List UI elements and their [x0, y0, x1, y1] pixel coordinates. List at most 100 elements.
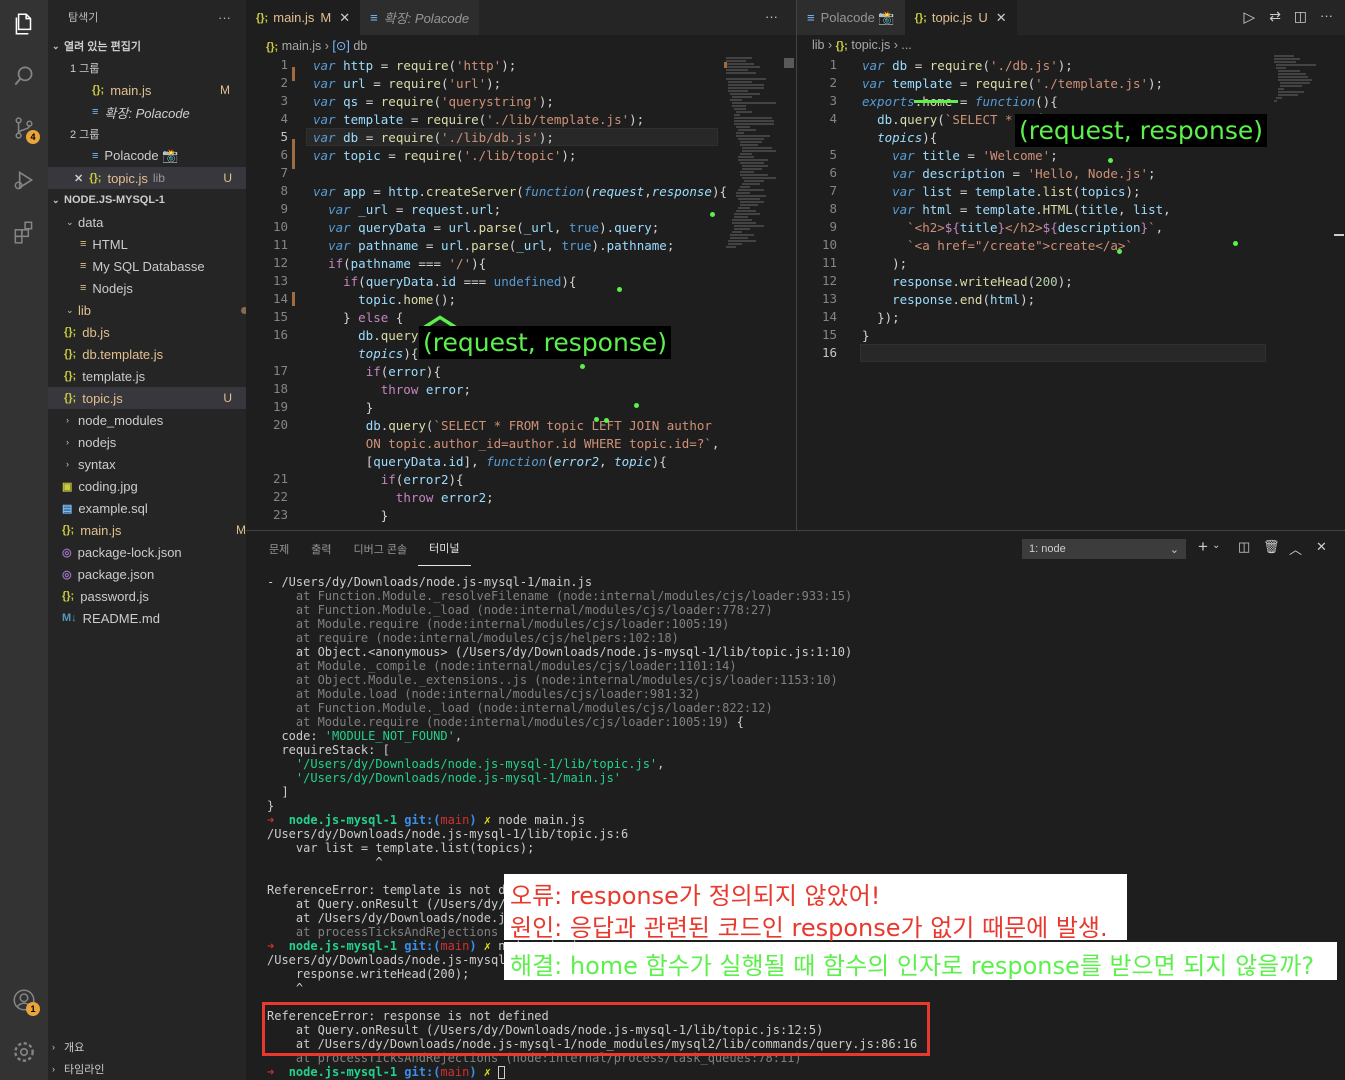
js-file-icon: {};: [64, 370, 77, 382]
tab-terminal[interactable]: 터미널: [418, 531, 471, 566]
tab-debug-console[interactable]: 디버그 콘솔: [343, 531, 419, 566]
open-editors-header[interactable]: ⌄ 열려 있는 편집기: [52, 35, 246, 57]
open-editor-polacode-ext[interactable]: ≡ 확장: Polacode: [92, 101, 246, 123]
line-number: 7: [280, 165, 288, 180]
left-code[interactable]: var http = require('http'); var url = re…: [313, 57, 727, 543]
untracked-badge: U: [223, 171, 232, 185]
open-editors-label: 열려 있는 편집기: [64, 41, 141, 53]
line-number: 6: [280, 147, 288, 162]
source-control-icon[interactable]: 4: [0, 104, 48, 152]
breadcrumb-item[interactable]: main.js: [282, 39, 322, 53]
explorer-icon[interactable]: [0, 0, 48, 48]
line-number: 10: [821, 237, 837, 252]
line-number: 5: [280, 129, 288, 144]
tree-file[interactable]: ◎ package-lock.json: [62, 541, 246, 563]
tree-folder[interactable]: › node_modules: [66, 409, 246, 431]
tree-label: package-lock.json: [77, 544, 182, 560]
tree-file[interactable]: ▤ example.sql: [62, 497, 246, 519]
line-number: 18: [272, 381, 288, 396]
tab-problems[interactable]: 문제: [258, 531, 300, 566]
account-icon[interactable]: 1: [0, 976, 48, 1024]
left-tab-bar: {}; main.js M ✕ ≡ 확장: Polacode ···: [246, 0, 796, 35]
tree-label: package.json: [77, 566, 155, 582]
line-number: 1: [829, 57, 837, 72]
open-editor-main[interactable]: {}; main.js M: [92, 79, 246, 101]
tree-folder[interactable]: › nodejs: [66, 431, 246, 453]
line-number: 17: [272, 363, 288, 378]
trash-icon[interactable]: 🗑: [1263, 539, 1280, 555]
open-editor-topic[interactable]: ✕ {}; topic.js lib U: [48, 167, 246, 189]
gear-icon[interactable]: [0, 1028, 48, 1076]
right-minimap[interactable]: [1272, 52, 1334, 112]
close-icon[interactable]: ✕: [996, 10, 1007, 26]
tree-file[interactable]: {}; main.js M: [62, 519, 246, 541]
search-icon[interactable]: [0, 52, 48, 100]
close-icon[interactable]: ✕: [74, 172, 83, 185]
open-editor-folder: lib: [152, 171, 165, 185]
more-actions-icon[interactable]: ···: [1320, 8, 1333, 23]
add-terminal-icon[interactable]: +: [1198, 537, 1208, 557]
split-terminal-icon[interactable]: ◫: [1238, 539, 1250, 555]
js-file-icon: {};: [64, 326, 77, 338]
tree-file[interactable]: M↓ README.md: [62, 607, 246, 629]
tab-main-js[interactable]: {}; main.js M ✕: [246, 0, 361, 35]
line-number: 11: [821, 255, 837, 270]
tree-file[interactable]: ◎ package.json: [62, 563, 246, 585]
chevron-down-icon: ⌄: [1169, 543, 1179, 556]
close-icon[interactable]: ✕: [339, 10, 350, 26]
breadcrumb-item[interactable]: topic.js: [851, 38, 890, 52]
close-panel-icon[interactable]: ✕: [1316, 539, 1327, 555]
tab-output[interactable]: 출력: [300, 531, 342, 566]
breadcrumb-item[interactable]: ...: [901, 38, 911, 52]
line-number: 22: [272, 489, 288, 504]
right-code[interactable]: var db = require('./db.js'); var templat…: [862, 57, 1171, 381]
file-icon: ≡: [80, 282, 87, 294]
line-number: 23: [272, 507, 288, 522]
tree-file[interactable]: {}; password.js: [62, 585, 246, 607]
compare-icon[interactable]: ⇄: [1269, 8, 1281, 25]
breadcrumb-item[interactable]: db: [353, 39, 367, 53]
annotation-left-params: (request, response): [419, 326, 671, 359]
tree-file[interactable]: ≡ HTML: [70, 233, 246, 255]
breadcrumb-item[interactable]: lib: [812, 38, 825, 52]
activity-bar: 4 1: [0, 0, 48, 1080]
tree-file[interactable]: ≡ Nodejs: [70, 277, 246, 299]
extension-icon: ≡: [92, 106, 99, 118]
run-icon[interactable]: ▷: [1243, 8, 1255, 26]
line-number: 19: [272, 399, 288, 414]
tab-polacode[interactable]: ≡ Polacode 📸: [797, 0, 905, 35]
extensions-icon[interactable]: [0, 208, 48, 256]
scrollbar-thumb[interactable]: [784, 58, 794, 68]
line-number: 12: [821, 273, 837, 288]
change-marker: [292, 139, 295, 169]
outline-section[interactable]: › 개요: [52, 1036, 246, 1058]
tree-folder-lib[interactable]: ⌄ lib: [66, 299, 246, 321]
maximize-panel-icon[interactable]: ︿: [1289, 539, 1302, 558]
chevron-down-icon[interactable]: ⌄: [1212, 540, 1220, 551]
line-number: 3: [829, 93, 837, 108]
tree-file[interactable]: {};db.template.jsU: [64, 343, 246, 365]
tree-file-selected[interactable]: {}; topic.js U: [48, 387, 246, 409]
tree-folder-data[interactable]: ⌄ data: [66, 211, 246, 233]
tree-file[interactable]: {};db.jsU: [64, 321, 246, 343]
more-actions-icon[interactable]: ···: [218, 6, 238, 28]
run-debug-icon[interactable]: [0, 156, 48, 204]
tree-label: node_modules: [78, 412, 164, 428]
project-header[interactable]: ⌄ NODE.JS-MYSQL-1: [52, 189, 246, 211]
tab-polacode-ext[interactable]: ≡ 확장: Polacode: [360, 0, 480, 35]
open-editor-polacode[interactable]: ≡ Polacode 📸: [92, 145, 246, 167]
split-editor-icon[interactable]: ◫: [1294, 8, 1307, 25]
tree-label: topic.js: [82, 390, 123, 406]
more-actions-icon[interactable]: ···: [765, 9, 778, 24]
timeline-section[interactable]: › 타임라인: [52, 1058, 246, 1080]
tree-file[interactable]: ▣ coding.jpg: [62, 475, 246, 497]
annotation-right-params: (request, response): [1015, 114, 1267, 147]
tree-file[interactable]: ≡ My SQL Databasse: [70, 255, 246, 277]
terminal-select[interactable]: 1: node ⌄: [1022, 539, 1186, 559]
tree-label: main.js: [80, 522, 122, 538]
tree-folder[interactable]: › syntax: [66, 453, 246, 475]
left-minimap[interactable]: [720, 52, 782, 432]
annotation-underline: [914, 100, 958, 103]
tab-topic-js[interactable]: {}; topic.js U ✕: [904, 0, 1017, 35]
tree-file[interactable]: {}; template.js: [64, 365, 246, 387]
